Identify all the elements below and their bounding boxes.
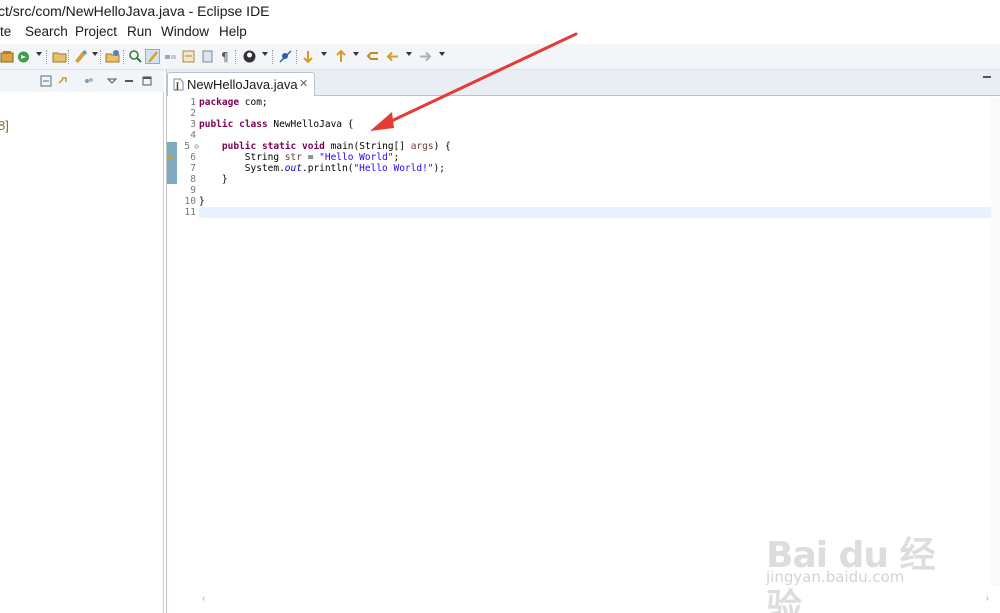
- back-dropdown-icon[interactable]: [406, 52, 412, 56]
- package-explorer-header: [0, 70, 164, 92]
- scroll-right-icon[interactable]: ›: [986, 593, 989, 604]
- line-number: 9: [190, 185, 196, 196]
- line-number-ruler: 1 2 3 4 5 ⊖ 6 7 8 9 10 11: [177, 97, 199, 587]
- code-line[interactable]: System.out.println("Hello World!");: [199, 163, 445, 174]
- profile-dropdown-icon[interactable]: [262, 52, 268, 56]
- next-annotation-icon[interactable]: [301, 49, 316, 64]
- skip-breakpoints-icon[interactable]: [278, 49, 293, 64]
- editor-tab-strip: J NewHelloJava.java ✕: [167, 70, 1000, 96]
- toolbar-separator: [296, 50, 297, 64]
- toolbar-separator: [68, 50, 69, 64]
- svg-text:J: J: [175, 81, 180, 91]
- previous-annotation-icon[interactable]: [334, 49, 349, 64]
- code-line[interactable]: }: [199, 174, 228, 185]
- svg-text:¶: ¶: [221, 50, 229, 64]
- menu-navigate[interactable]: te: [0, 24, 11, 39]
- watermark: Bai du 经验 jingyan.baidu.com: [766, 508, 966, 613]
- quick-fix-icon[interactable]: ●: [167, 152, 174, 164]
- close-icon[interactable]: ✕: [299, 77, 308, 90]
- line-number: 1: [190, 97, 196, 108]
- open-task-icon[interactable]: [73, 49, 88, 64]
- main-toolbar: ¶: [0, 44, 1000, 70]
- block-selection-icon[interactable]: [200, 49, 215, 64]
- mark-occurrences-icon[interactable]: [145, 49, 160, 64]
- code-line[interactable]: }: [199, 196, 205, 207]
- line-number: 10: [184, 196, 196, 207]
- window-title: ct/src/com/NewHelloJava.java - Eclipse I…: [0, 3, 270, 19]
- toolbar-separator: [100, 50, 101, 64]
- menu-run[interactable]: Run: [127, 24, 152, 39]
- collapse-all-icon[interactable]: [40, 75, 52, 87]
- back-icon[interactable]: [385, 49, 400, 64]
- title-bar: ct/src/com/NewHelloJava.java - Eclipse I…: [0, 0, 1000, 22]
- previous-annotation-dropdown-icon[interactable]: [353, 52, 359, 56]
- line-number: 4: [190, 130, 196, 141]
- minimize-icon[interactable]: [983, 76, 991, 78]
- menu-window[interactable]: Window: [161, 24, 209, 39]
- line-number: 2: [190, 108, 196, 119]
- show-whitespace-icon[interactable]: [181, 49, 196, 64]
- maximize-icon[interactable]: [141, 75, 153, 87]
- code-line[interactable]: public class NewHelloJava {: [199, 119, 353, 130]
- task-dropdown-icon[interactable]: [92, 52, 98, 56]
- toggle-breadcrumb-icon[interactable]: [163, 49, 178, 64]
- toolbar-separator: [235, 50, 236, 64]
- tab-label: NewHelloJava.java: [187, 77, 298, 92]
- tab-newhellojava[interactable]: J NewHelloJava.java ✕: [167, 72, 315, 96]
- scroll-left-icon[interactable]: ‹: [202, 593, 205, 604]
- debug-icon[interactable]: [16, 49, 31, 64]
- open-resource-icon[interactable]: [105, 49, 120, 64]
- tree-item-fragment[interactable]: 8]: [0, 118, 9, 133]
- line-number: 6: [190, 152, 196, 163]
- forward-dropdown-icon[interactable]: [439, 52, 445, 56]
- java-file-icon: J: [173, 78, 184, 91]
- search-icon[interactable]: [128, 49, 143, 64]
- line-number: 8: [190, 174, 196, 185]
- view-menu-icon[interactable]: [83, 75, 95, 87]
- toolbar-separator: [123, 50, 124, 64]
- toolbar-separator: [272, 50, 273, 64]
- menu-bar: te Search Project Run Window Help: [0, 22, 1000, 43]
- next-annotation-dropdown-icon[interactable]: [321, 52, 327, 56]
- last-edit-location-icon[interactable]: [366, 49, 381, 64]
- chevron-down-icon[interactable]: [106, 75, 118, 87]
- line-number: 3: [190, 119, 196, 130]
- line-number: 5: [184, 141, 190, 152]
- vertical-scrollbar[interactable]: [991, 97, 1000, 587]
- menu-help[interactable]: Help: [219, 24, 247, 39]
- minimize-icon[interactable]: [123, 75, 135, 87]
- annotation-ruler: ●: [167, 97, 177, 587]
- code-line[interactable]: public static void main(String[] args) {: [199, 141, 451, 152]
- new-java-package-icon[interactable]: [0, 49, 15, 64]
- line-number: 11: [184, 207, 196, 218]
- line-number: 7: [190, 163, 196, 174]
- package-explorer-pane: 8]: [0, 70, 164, 613]
- toolbar-separator: [46, 50, 47, 64]
- open-type-icon[interactable]: [52, 49, 67, 64]
- code-line[interactable]: String str = "Hello World";: [199, 152, 399, 163]
- menu-search[interactable]: Search: [25, 24, 68, 39]
- profile-icon[interactable]: [242, 49, 257, 64]
- menu-project[interactable]: Project: [75, 24, 117, 39]
- debug-dropdown-icon[interactable]: [36, 52, 42, 56]
- forward-icon[interactable]: [418, 49, 433, 64]
- link-with-editor-icon[interactable]: [57, 75, 69, 87]
- paragraph-icon[interactable]: ¶: [218, 49, 233, 64]
- code-line[interactable]: package com;: [199, 97, 268, 108]
- watermark-url: jingyan.baidu.com: [766, 568, 905, 586]
